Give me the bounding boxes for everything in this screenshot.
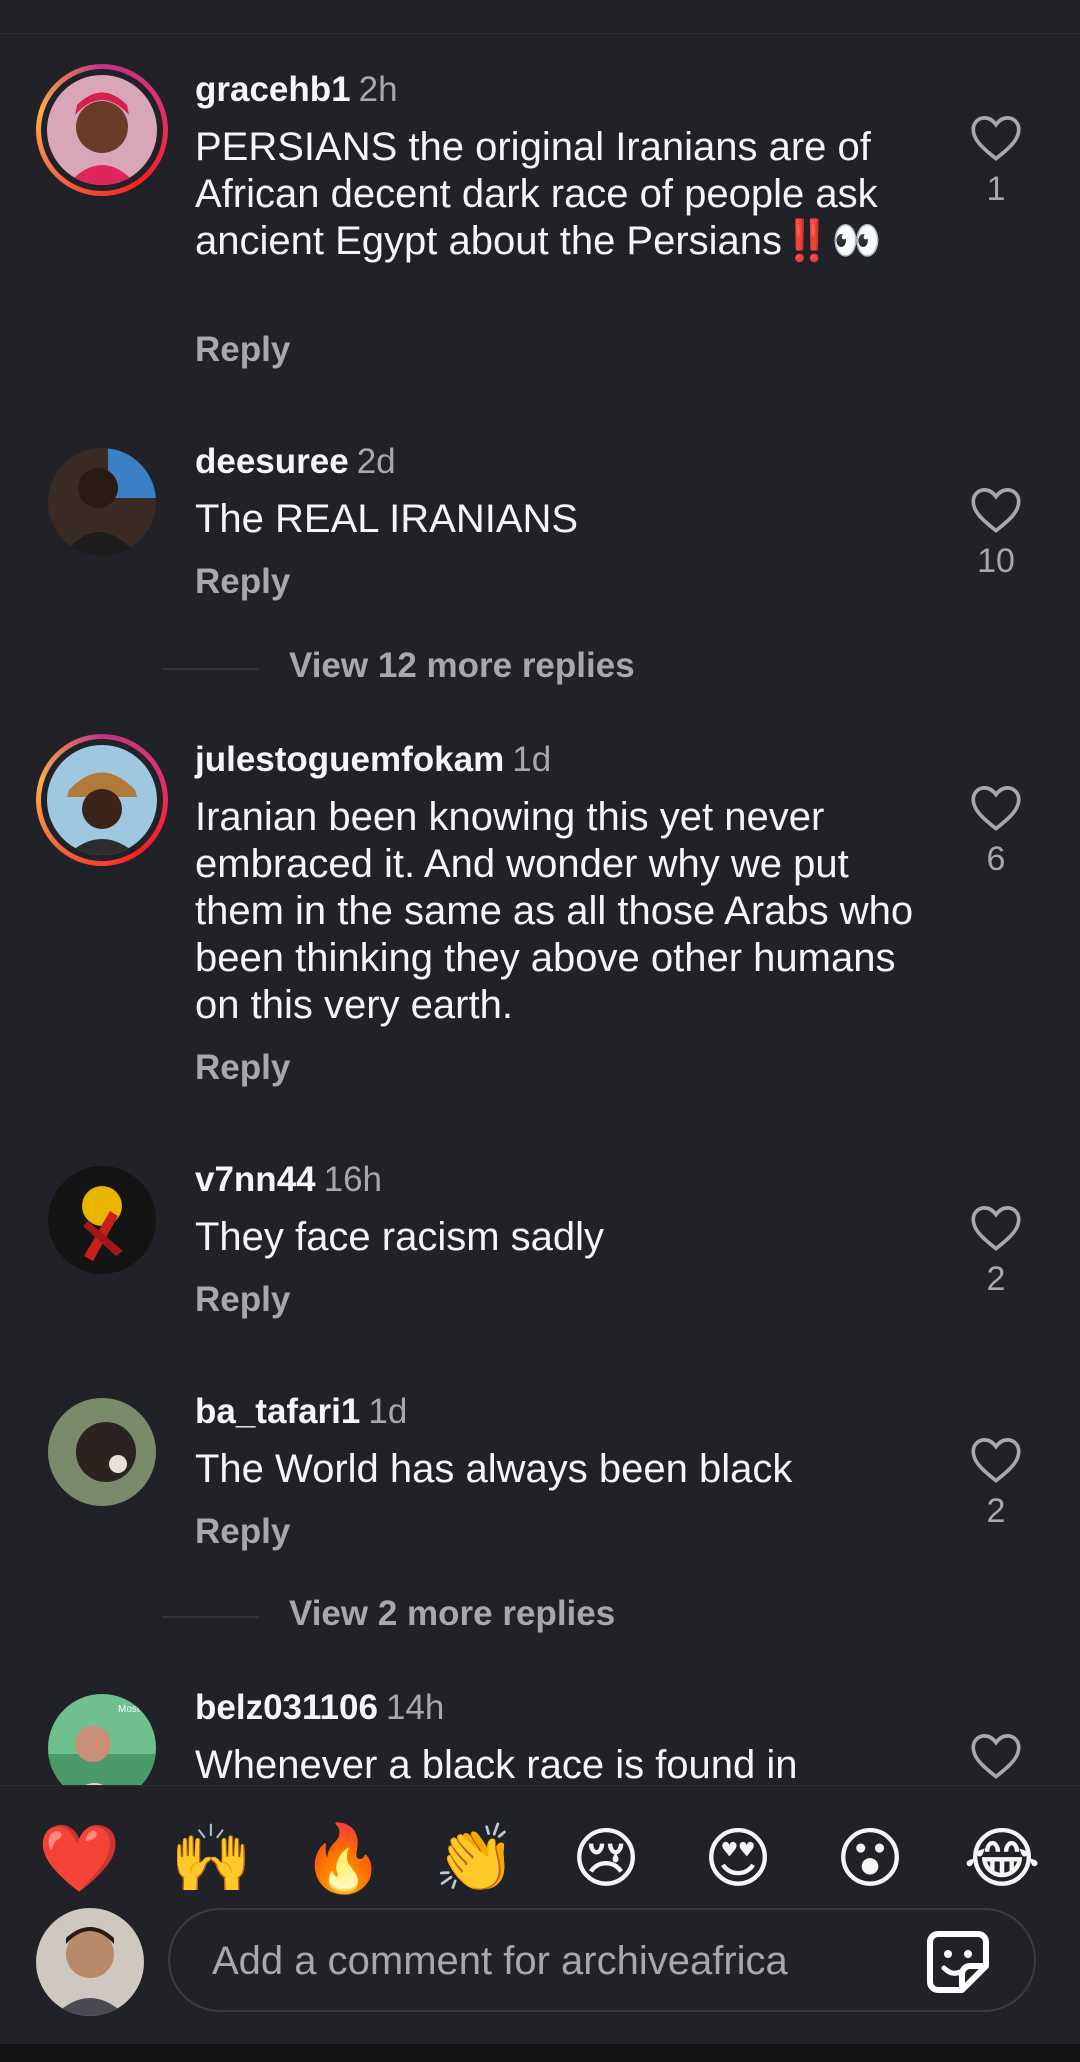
comment-meta: v7nn44 16h — [195, 1158, 382, 1202]
reply-button[interactable]: Reply — [195, 330, 290, 370]
comment-time: 1d — [368, 1392, 408, 1431]
avatar-wrapper[interactable] — [36, 1386, 168, 1518]
heart-icon — [971, 488, 1021, 533]
avatar — [48, 448, 156, 556]
system-nav-bar — [0, 2044, 1080, 2062]
avatar — [48, 1398, 156, 1506]
like-button[interactable] — [960, 1732, 1032, 1780]
reaction-clapping[interactable]: 👏 — [434, 1818, 516, 1898]
view-more-label: View 2 more replies — [289, 1594, 616, 1633]
comment-text: Whenever a black race is found in — [195, 1743, 798, 1785]
like-button[interactable]: 1 — [960, 114, 1032, 209]
view-more-replies[interactable]: View 2 more replies — [163, 1594, 863, 1638]
emoji-inline: ‼️👀 — [782, 219, 882, 263]
quick-reactions-bar: ❤️ 🙌 🔥 👏 😢 😍 😮 😂 — [0, 1785, 1080, 1916]
avatar-badge-text: Most — [118, 1704, 140, 1715]
reaction-surprised[interactable]: 😮 — [830, 1818, 910, 1898]
username[interactable]: v7nn44 — [195, 1160, 316, 1199]
comment-text: Iranian been knowing this yet never embr… — [195, 795, 914, 1027]
comment-composer — [0, 1908, 1080, 2018]
comment-text: The REAL IRANIANS — [195, 497, 579, 541]
username[interactable]: gracehb1 — [195, 70, 351, 109]
reaction-crying[interactable]: 😢 — [566, 1818, 646, 1898]
avatar: Most — [48, 1694, 156, 1785]
reaction-fire[interactable]: 🔥 — [302, 1818, 384, 1898]
like-button[interactable]: 2 — [960, 1436, 1032, 1531]
avatar-story-ring[interactable] — [36, 734, 168, 866]
like-button[interactable]: 2 — [960, 1204, 1032, 1299]
comment-meta: julestoguemfokam 1d — [195, 738, 551, 782]
like-count: 2 — [986, 1492, 1006, 1530]
comment-text: They face racism sadly — [195, 1215, 605, 1259]
comment-input-box[interactable] — [168, 1908, 1036, 2012]
heart-icon — [971, 1438, 1021, 1483]
comment-meta: ba_tafari1 1d — [195, 1390, 407, 1434]
heart-icon — [971, 786, 1021, 831]
reply-button[interactable]: Reply — [195, 1048, 290, 1088]
like-count: 1 — [986, 170, 1006, 208]
sticker-icon[interactable] — [924, 1928, 992, 1996]
comments-feed[interactable]: gracehb1 2h PERSIANS the original Iranian… — [0, 0, 1080, 1785]
comment-text: The World has always been black — [195, 1447, 793, 1491]
reply-button[interactable]: Reply — [195, 562, 290, 602]
username[interactable]: julestoguemfokam — [195, 740, 504, 779]
avatar-story-ring[interactable] — [36, 64, 168, 196]
avatar — [47, 745, 157, 855]
view-more-label: View 12 more replies — [289, 646, 635, 685]
avatar-wrapper[interactable]: Most — [36, 1682, 168, 1785]
like-count: 10 — [977, 542, 1015, 580]
like-count: 2 — [986, 1260, 1006, 1298]
comment-input[interactable] — [210, 1932, 854, 1990]
reaction-heart-eyes[interactable]: 😍 — [698, 1818, 778, 1898]
comment-text: PERSIANS the original Iranians are of Af… — [195, 125, 882, 263]
user-avatar[interactable] — [36, 1908, 144, 2016]
username[interactable]: belz031106 — [195, 1688, 378, 1727]
username[interactable]: ba_tafari1 — [195, 1392, 360, 1431]
divider-line — [163, 668, 259, 670]
reply-button[interactable]: Reply — [195, 1280, 290, 1320]
view-more-replies[interactable]: View 12 more replies — [163, 646, 863, 690]
comment-meta: deesuree 2d — [195, 440, 396, 484]
comment-time: 14h — [385, 1688, 445, 1727]
reaction-heart[interactable]: ❤️ — [38, 1818, 120, 1898]
reaction-raising-hands[interactable]: 🙌 — [170, 1818, 252, 1898]
username[interactable]: deesuree — [195, 442, 349, 481]
reaction-laughing[interactable]: 😂 — [962, 1818, 1042, 1898]
avatar — [47, 75, 157, 185]
comment-time: 16h — [323, 1160, 383, 1199]
divider-line — [163, 1616, 259, 1618]
avatar-wrapper[interactable] — [36, 436, 168, 568]
heart-icon — [971, 1734, 1021, 1779]
comment-time: 2d — [356, 442, 396, 481]
comment-time: 1d — [512, 740, 552, 779]
avatar-wrapper[interactable] — [36, 1154, 168, 1286]
like-button[interactable]: 6 — [960, 784, 1032, 879]
comment-time: 2h — [358, 70, 398, 109]
reply-button[interactable]: Reply — [195, 1512, 290, 1552]
heart-icon — [971, 116, 1021, 161]
comment-meta: gracehb1 2h — [195, 68, 398, 112]
like-count: 6 — [986, 840, 1006, 878]
like-button[interactable]: 10 — [960, 486, 1032, 581]
comment-meta: belz031106 14h — [195, 1686, 444, 1730]
heart-icon — [971, 1206, 1021, 1251]
avatar — [48, 1166, 156, 1274]
